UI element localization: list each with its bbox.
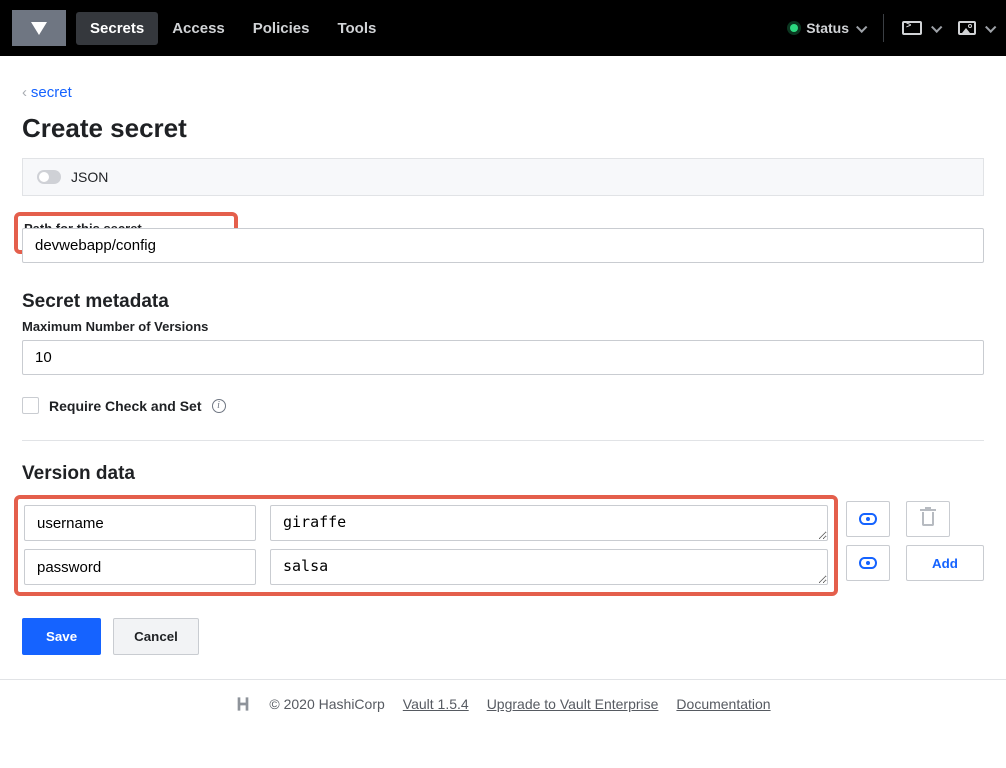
nav-items: Secrets Access Policies Tools: [76, 12, 390, 45]
reveal-button[interactable]: [846, 501, 890, 537]
json-toggle-label: JSON: [71, 169, 108, 185]
json-toggle[interactable]: [37, 170, 61, 184]
chevron-down-icon: [931, 22, 942, 33]
nav-separator: [883, 14, 884, 42]
eye-icon: [859, 513, 877, 525]
version-data-heading: Version data: [22, 463, 984, 485]
nav-secrets[interactable]: Secrets: [76, 12, 158, 45]
nav-access[interactable]: Access: [158, 12, 239, 45]
json-toggle-bar: JSON: [22, 158, 984, 196]
status-label: Status: [806, 20, 849, 36]
require-cas-checkbox[interactable]: [22, 397, 39, 414]
kv-row: giraffe: [24, 505, 828, 541]
metadata-heading: Secret metadata: [22, 291, 984, 313]
delete-row-button[interactable]: [906, 501, 950, 537]
max-versions-label: Maximum Number of Versions: [22, 319, 984, 334]
max-versions-input[interactable]: [22, 340, 984, 375]
section-separator: [22, 440, 984, 441]
require-cas-label: Require Check and Set: [49, 398, 202, 414]
footer-version-link[interactable]: Vault 1.5.4: [403, 696, 469, 712]
terminal-icon: [902, 21, 922, 35]
eye-icon: [859, 557, 877, 569]
kv-key-input[interactable]: [24, 549, 256, 585]
status-indicator-icon: [790, 24, 798, 32]
kv-value-input[interactable]: giraffe: [270, 505, 828, 541]
kv-row: salsa: [24, 549, 828, 585]
status-menu[interactable]: Status: [790, 20, 865, 36]
reveal-button[interactable]: [846, 545, 890, 581]
top-nav: Secrets Access Policies Tools Status: [0, 0, 1006, 56]
vault-logo[interactable]: [12, 10, 66, 46]
footer-docs-link[interactable]: Documentation: [676, 696, 770, 712]
hashicorp-logo-icon: [235, 696, 251, 712]
footer-upgrade-link[interactable]: Upgrade to Vault Enterprise: [487, 696, 659, 712]
version-data-highlight: giraffe salsa: [14, 495, 838, 596]
kv-value-input[interactable]: salsa: [270, 549, 828, 585]
info-icon[interactable]: i: [212, 399, 226, 413]
console-menu[interactable]: [902, 21, 940, 35]
kv-key-input[interactable]: [24, 505, 256, 541]
save-button[interactable]: Save: [22, 618, 101, 655]
nav-tools[interactable]: Tools: [323, 12, 390, 45]
cancel-button[interactable]: Cancel: [113, 618, 199, 655]
chevron-down-icon: [985, 22, 996, 33]
nav-policies[interactable]: Policies: [239, 12, 324, 45]
breadcrumb-back-icon: ‹: [22, 84, 27, 101]
chevron-down-icon: [856, 22, 867, 33]
page-title: Create secret: [22, 113, 984, 144]
user-menu[interactable]: [958, 21, 994, 35]
breadcrumb: ‹ secret: [22, 84, 984, 101]
user-icon: [958, 21, 976, 35]
footer-copyright: © 2020 HashiCorp: [269, 696, 384, 712]
footer: © 2020 HashiCorp Vault 1.5.4 Upgrade to …: [0, 679, 1006, 730]
vault-logo-icon: [31, 22, 47, 35]
trash-icon: [922, 512, 934, 526]
path-input[interactable]: [22, 228, 984, 263]
breadcrumb-link[interactable]: secret: [31, 84, 72, 101]
add-row-button[interactable]: Add: [906, 545, 984, 581]
